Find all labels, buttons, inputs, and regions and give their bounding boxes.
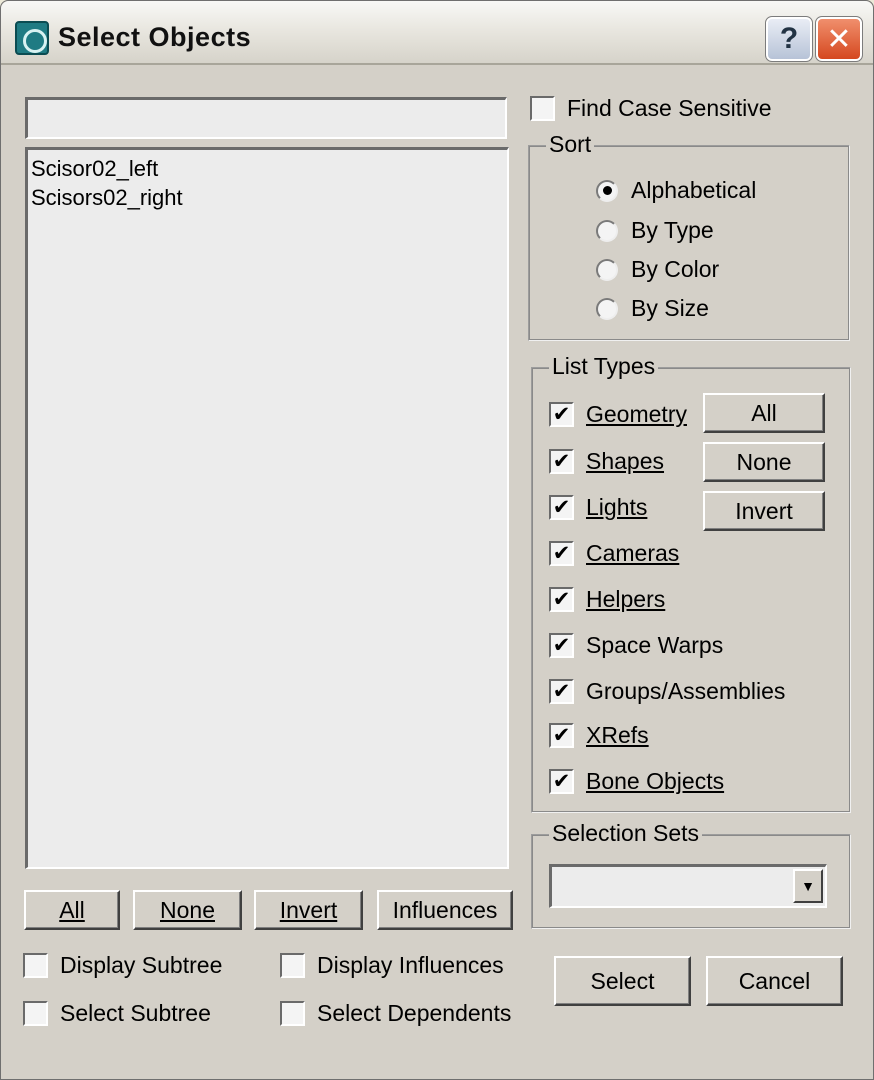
list-types-group: List Types ✔ Geometry ✔ Shapes ✔ Lights … (531, 353, 851, 813)
type-space-warps-option[interactable]: ✔ Space Warps (549, 632, 723, 659)
sort-by-type-option[interactable]: By Type (596, 217, 714, 244)
sort-legend: Sort (546, 131, 595, 158)
type-lights-checkbox[interactable]: ✔ (549, 495, 574, 520)
sort-group: Sort Alphabetical By Type By Color By Si… (528, 131, 850, 341)
list-influences-button[interactable]: Influences (377, 890, 513, 930)
cancel-button[interactable]: Cancel (706, 956, 843, 1006)
help-button[interactable]: ? (765, 16, 813, 62)
sort-by-color-option[interactable]: By Color (596, 256, 719, 283)
window-title: Select Objects (58, 22, 252, 52)
select-subtree-checkbox[interactable] (23, 1001, 48, 1026)
object-list[interactable]: Scisor02_left Scisors02_right (25, 147, 509, 869)
find-case-sensitive-checkbox[interactable] (530, 96, 555, 121)
types-invert-button[interactable]: Invert (703, 491, 825, 531)
search-input[interactable] (25, 97, 507, 139)
type-bone-objects-option[interactable]: ✔ Bone Objects (549, 768, 724, 795)
type-space-warps-checkbox[interactable]: ✔ (549, 633, 574, 658)
type-groups-assemblies-option[interactable]: ✔ Groups/Assemblies (549, 678, 785, 705)
type-geometry-checkbox[interactable]: ✔ (549, 402, 574, 427)
display-influences-option[interactable]: Display Influences (280, 952, 504, 979)
display-subtree-option[interactable]: Display Subtree (23, 952, 222, 979)
type-shapes-option[interactable]: ✔ Shapes (549, 448, 664, 475)
list-types-legend: List Types (549, 353, 659, 380)
close-button[interactable]: ✕ (815, 16, 863, 62)
find-case-sensitive-option[interactable]: Find Case Sensitive (530, 95, 772, 122)
type-xrefs-option[interactable]: ✔ XRefs (549, 722, 649, 749)
list-invert-button[interactable]: Invert (254, 890, 363, 930)
select-objects-dialog: Select Objects ? ✕ Scisor02_left Scisors… (0, 0, 874, 1080)
selection-sets-dropdown[interactable]: ▼ (549, 864, 827, 908)
sort-by-type-radio[interactable] (596, 219, 618, 242)
type-cameras-checkbox[interactable]: ✔ (549, 541, 574, 566)
list-item[interactable]: Scisors02_right (31, 183, 504, 212)
display-influences-checkbox[interactable] (280, 953, 305, 978)
type-lights-option[interactable]: ✔ Lights (549, 494, 647, 521)
type-cameras-option[interactable]: ✔ Cameras (549, 540, 679, 567)
type-shapes-checkbox[interactable]: ✔ (549, 449, 574, 474)
display-subtree-checkbox[interactable] (23, 953, 48, 978)
type-geometry-option[interactable]: ✔ Geometry (549, 401, 687, 428)
type-helpers-checkbox[interactable]: ✔ (549, 587, 574, 612)
sort-by-color-radio[interactable] (596, 258, 618, 281)
select-button[interactable]: Select (554, 956, 691, 1006)
types-all-button[interactable]: All (703, 393, 825, 433)
3dsmax-app-icon (15, 21, 49, 55)
list-item[interactable]: Scisor02_left (31, 154, 504, 183)
select-dependents-checkbox[interactable] (280, 1001, 305, 1026)
sort-alphabetical-radio[interactable] (596, 179, 618, 202)
list-none-button[interactable]: None (133, 890, 242, 930)
types-none-button[interactable]: None (703, 442, 825, 482)
list-all-button[interactable]: All (24, 890, 120, 930)
select-dependents-option[interactable]: Select Dependents (280, 1000, 511, 1027)
type-groups-assemblies-checkbox[interactable]: ✔ (549, 679, 574, 704)
type-bone-objects-checkbox[interactable]: ✔ (549, 769, 574, 794)
selection-sets-group: Selection Sets ▼ (531, 820, 851, 929)
title-bar[interactable]: Select Objects ? ✕ (1, 1, 873, 65)
type-helpers-option[interactable]: ✔ Helpers (549, 586, 665, 613)
type-xrefs-checkbox[interactable]: ✔ (549, 723, 574, 748)
sort-by-size-option[interactable]: By Size (596, 295, 709, 322)
radio-selected-dot (602, 186, 612, 195)
selection-sets-legend: Selection Sets (549, 820, 703, 847)
sort-by-size-radio[interactable] (596, 297, 618, 320)
sort-alphabetical-option[interactable]: Alphabetical (596, 177, 756, 204)
dropdown-arrow-icon[interactable]: ▼ (793, 869, 823, 903)
select-subtree-option[interactable]: Select Subtree (23, 1000, 211, 1027)
